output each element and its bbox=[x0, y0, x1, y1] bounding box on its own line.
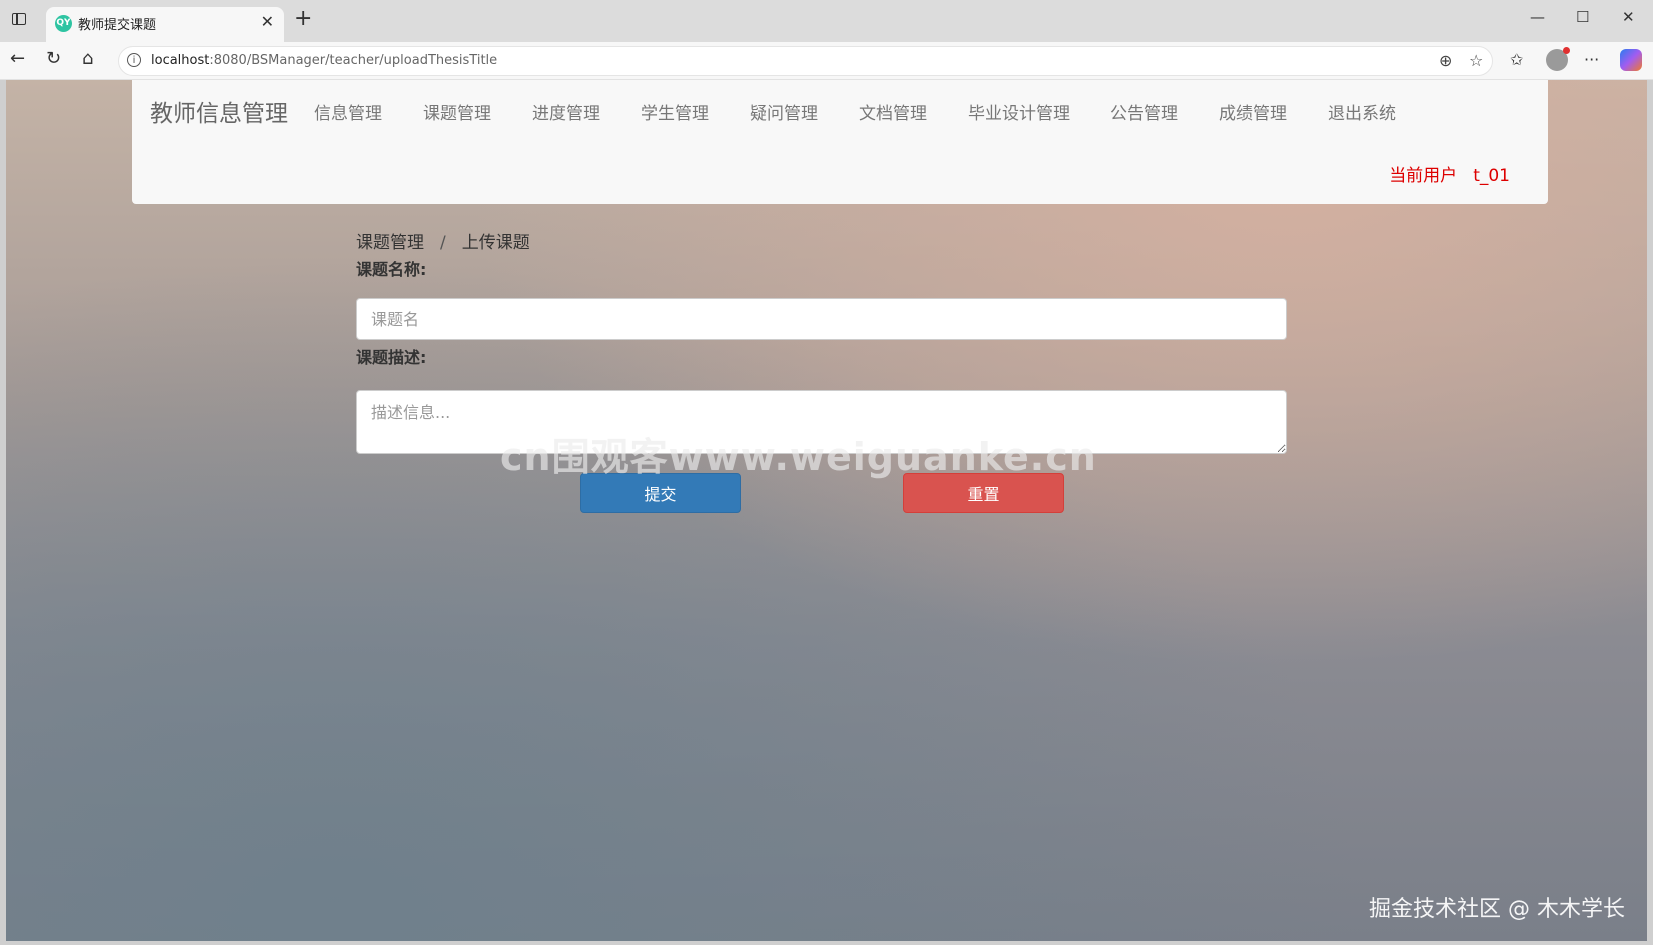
favorites-icon[interactable]: ✩ bbox=[1510, 50, 1523, 69]
nav-item-logout[interactable]: 退出系统 bbox=[1328, 99, 1396, 124]
address-host: localhost bbox=[151, 53, 210, 68]
reload-icon[interactable]: ↻ bbox=[46, 48, 61, 69]
title-input[interactable] bbox=[356, 298, 1287, 340]
nav-item-grades[interactable]: 成绩管理 bbox=[1219, 99, 1287, 124]
nav-item-students[interactable]: 学生管理 bbox=[641, 99, 709, 124]
window-close-icon[interactable]: ✕ bbox=[1622, 8, 1635, 26]
profile-avatar[interactable] bbox=[1546, 47, 1570, 71]
star-icon[interactable]: ☆ bbox=[1469, 51, 1483, 70]
copilot-icon[interactable] bbox=[1620, 49, 1642, 71]
new-tab-icon[interactable]: + bbox=[294, 6, 312, 31]
minimize-icon[interactable]: — bbox=[1530, 8, 1545, 26]
nav-item-progress[interactable]: 进度管理 bbox=[532, 99, 600, 124]
browser-toolbar: ← ↻ ⌂ i localhost:8080/BSManager/teacher… bbox=[0, 42, 1653, 80]
current-user-value: t_01 bbox=[1473, 166, 1510, 186]
watermark-center: cn围观客www.weiguanke.cn bbox=[500, 435, 1097, 479]
nav-item-announcements[interactable]: 公告管理 bbox=[1110, 99, 1178, 124]
maximize-icon[interactable]: ☐ bbox=[1576, 8, 1589, 26]
browser-tab[interactable]: QY 教师提交课题 ✕ bbox=[46, 7, 284, 42]
nav-item-graduation[interactable]: 毕业设计管理 bbox=[968, 99, 1070, 124]
address-bar[interactable]: i localhost:8080/BSManager/teacher/uploa… bbox=[118, 46, 1493, 76]
breadcrumb-current: 上传课题 bbox=[461, 233, 530, 253]
tab-favicon-icon: QY bbox=[55, 15, 72, 32]
more-icon[interactable]: ··· bbox=[1584, 50, 1599, 69]
current-user-label: 当前用户 bbox=[1389, 166, 1458, 186]
browser-titlebar: QY 教师提交课题 ✕ + — ☐ ✕ bbox=[0, 0, 1653, 42]
nav-item-topics[interactable]: 课题管理 bbox=[423, 99, 491, 124]
current-user: 当前用户 t_01 bbox=[1389, 161, 1510, 186]
back-icon[interactable]: ← bbox=[10, 48, 25, 69]
breadcrumb: 课题管理 / 上传课题 bbox=[356, 228, 530, 253]
home-icon[interactable]: ⌂ bbox=[82, 48, 93, 69]
zoom-icon[interactable]: ⊕ bbox=[1439, 51, 1452, 70]
address-path: :8080/BSManager/teacher/uploadThesisTitl… bbox=[209, 53, 498, 68]
watermark-corner: 掘金技术社区 @ 木木学长 bbox=[1369, 897, 1625, 922]
tab-close-icon[interactable]: ✕ bbox=[261, 12, 274, 31]
desc-label: 课题描述: bbox=[356, 348, 427, 367]
breadcrumb-parent[interactable]: 课题管理 bbox=[356, 233, 424, 253]
top-navbar: 教师信息管理 信息管理 课题管理 进度管理 学生管理 疑问管理 文档管理 毕业设… bbox=[132, 80, 1548, 204]
nav-item-documents[interactable]: 文档管理 bbox=[859, 99, 927, 124]
nav-item-questions[interactable]: 疑问管理 bbox=[750, 99, 818, 124]
page-viewport: 教师信息管理 信息管理 课题管理 进度管理 学生管理 疑问管理 文档管理 毕业设… bbox=[6, 80, 1647, 941]
address-url[interactable]: localhost:8080/BSManager/teacher/uploadT… bbox=[151, 53, 497, 68]
tab-strip-icon[interactable] bbox=[12, 13, 26, 25]
nav-item-info[interactable]: 信息管理 bbox=[314, 99, 382, 124]
tab-title: 教师提交课题 bbox=[78, 18, 157, 33]
navbar-brand[interactable]: 教师信息管理 bbox=[150, 94, 288, 128]
info-icon[interactable]: i bbox=[127, 53, 141, 67]
breadcrumb-separator: / bbox=[440, 233, 446, 253]
title-label: 课题名称: bbox=[356, 260, 427, 279]
